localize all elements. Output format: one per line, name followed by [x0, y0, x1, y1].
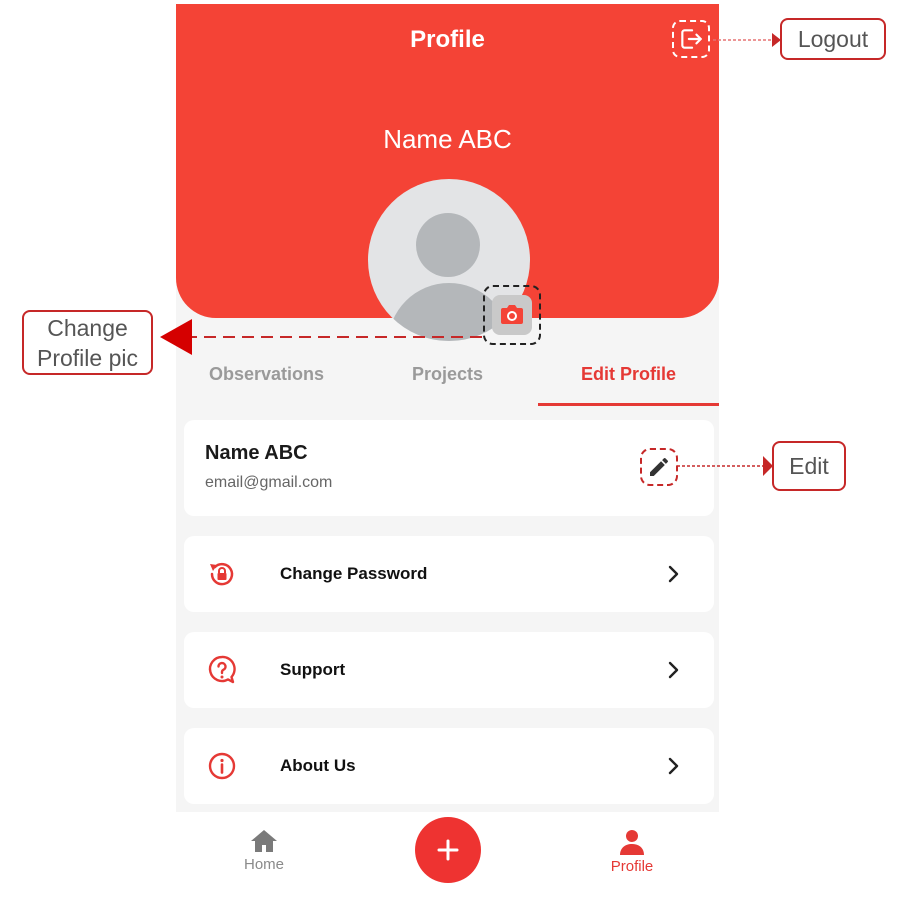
menu-label-support: Support	[280, 660, 346, 679]
logout-button[interactable]	[672, 20, 710, 58]
tab-projects[interactable]: Projects	[357, 352, 538, 410]
phone-screen: Profile Name ABC Observations Projects E…	[176, 4, 719, 900]
nav-home[interactable]: Home	[224, 828, 304, 873]
menu-item-change-password[interactable]: Change Password	[184, 536, 714, 612]
change-pic-callout-line1: Change	[47, 314, 128, 341]
logout-callout: Logout	[780, 18, 886, 60]
menu-label-change-password: Change Password	[280, 564, 428, 583]
profile-info-card: Name ABC email@gmail.com	[184, 420, 714, 516]
person-icon	[592, 828, 672, 856]
info-icon	[204, 748, 240, 784]
chevron-right-icon	[662, 659, 684, 681]
camera-icon	[499, 303, 525, 327]
profile-name: Name ABC	[205, 442, 308, 464]
menu-item-about-us[interactable]: About Us	[184, 728, 714, 804]
nav-profile[interactable]: Profile	[592, 828, 672, 875]
chevron-right-icon	[662, 563, 684, 585]
change-profile-pic-callout: Change Profile pic	[22, 310, 153, 375]
nav-home-label: Home	[243, 856, 284, 873]
pencil-icon	[647, 455, 671, 479]
chevron-right-icon	[662, 755, 684, 777]
profile-email: email@gmail.com	[205, 474, 333, 491]
add-button[interactable]	[415, 817, 481, 883]
lock-reset-icon	[204, 556, 240, 592]
edit-callout: Edit	[772, 441, 846, 491]
annotated-screenshot: Profile Name ABC Observations Projects E…	[0, 0, 900, 900]
header-user-name: Name ABC	[383, 124, 512, 154]
tab-edit-profile[interactable]: Edit Profile	[538, 352, 719, 410]
plus-icon	[436, 838, 460, 862]
change-pic-callout-line2: Profile pic	[37, 344, 138, 371]
avatar-head	[416, 213, 480, 277]
camera-icon-background	[492, 295, 532, 335]
home-icon	[224, 828, 304, 854]
question-icon	[204, 652, 240, 688]
nav-profile-label: Profile	[610, 858, 654, 875]
menu-item-support[interactable]: Support	[184, 632, 714, 708]
logout-icon	[678, 26, 704, 52]
menu-label-about-us: About Us	[280, 756, 356, 775]
change-profile-pic-button[interactable]	[483, 285, 541, 345]
tab-observations[interactable]: Observations	[176, 352, 357, 410]
page-title: Profile	[410, 26, 485, 53]
bottom-navigation: Home Profile	[176, 812, 719, 900]
profile-tabs: Observations Projects Edit Profile	[176, 352, 719, 410]
edit-profile-button[interactable]	[640, 448, 678, 486]
